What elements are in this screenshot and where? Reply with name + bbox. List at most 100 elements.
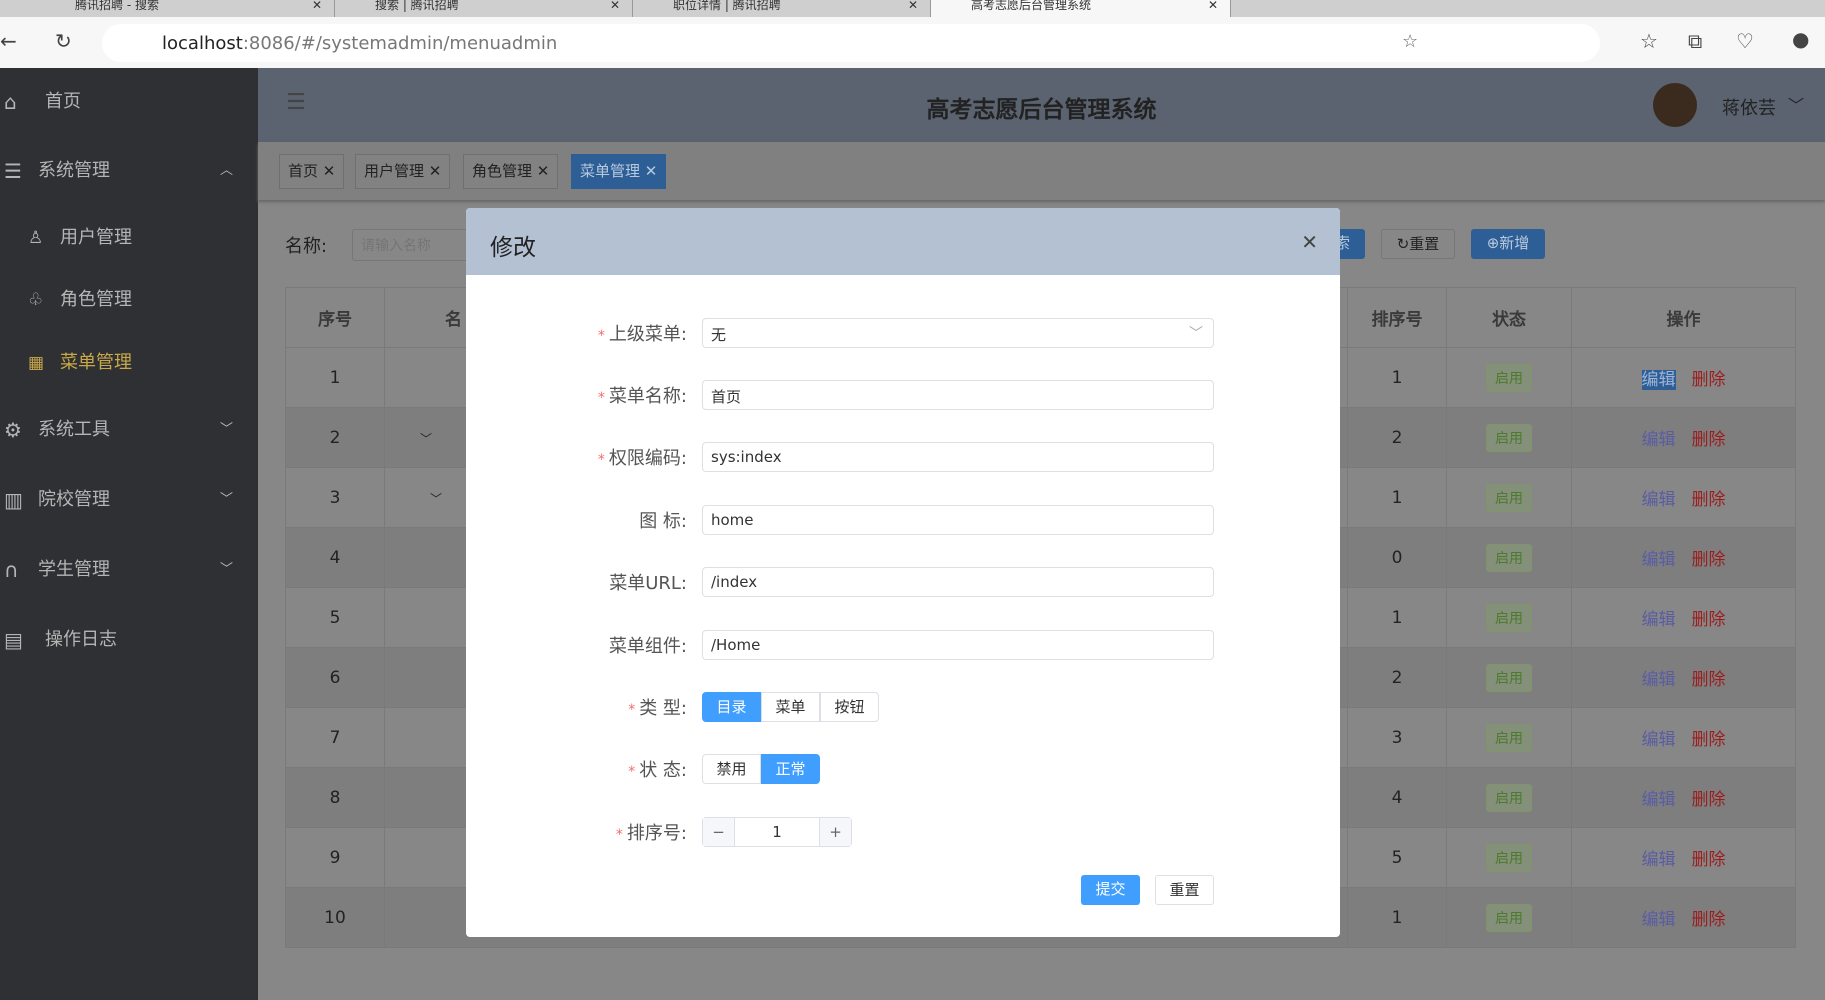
browser-tab[interactable]: 职位详情 | 腾讯招聘 ✕ — [633, 0, 931, 17]
edit-link[interactable]: 编辑 — [1642, 550, 1676, 570]
health-icon[interactable]: ♡ — [1736, 29, 1754, 53]
tag-roles[interactable]: 角色管理 ✕ — [463, 154, 559, 189]
close-icon[interactable]: ✕ — [537, 162, 550, 180]
close-icon[interactable]: ✕ — [610, 0, 620, 11]
cell-sort: 3 — [1347, 707, 1447, 768]
perm-code-input[interactable]: sys:index — [702, 442, 1214, 472]
delete-link[interactable]: 删除 — [1692, 670, 1726, 690]
field-parent-menu: * 上级菜单: 无 ﹀ — [466, 318, 1340, 348]
parent-menu-select[interactable]: 无 ﹀ — [702, 318, 1214, 348]
browser-tab[interactable]: 搜索 | 腾讯招聘 ✕ — [335, 0, 633, 17]
edit-link[interactable]: 编辑 — [1642, 790, 1676, 810]
submit-button[interactable]: 提交 — [1081, 875, 1140, 905]
sidebar-item-tools[interactable]: ⚙ 系统工具 ﹀ — [0, 410, 258, 450]
star-icon[interactable]: ☆ — [1402, 31, 1418, 52]
status-badge: 启用 — [1486, 483, 1532, 512]
sidebar-item-menus[interactable]: ▦ 菜单管理 — [0, 343, 258, 383]
dialog-title: 修改 — [490, 235, 536, 261]
edit-link[interactable]: 编辑 — [1642, 430, 1676, 450]
user-name[interactable]: 蒋依芸 — [1722, 94, 1776, 120]
cell-status: 启用 — [1446, 347, 1572, 408]
field-perm-code: * 权限编码: sys:index — [466, 442, 1340, 472]
delete-link[interactable]: 删除 — [1692, 550, 1726, 570]
edit-link[interactable]: 编辑 — [1642, 910, 1676, 930]
reset-form-button[interactable]: 重置 — [1155, 875, 1214, 905]
tag-home[interactable]: 首页 ✕ — [279, 154, 345, 189]
cell-status: 启用 — [1446, 887, 1572, 948]
browser-tab-active[interactable]: 高考志愿后台管理系统 ✕ — [931, 0, 1231, 17]
type-option-menu[interactable]: 菜单 — [761, 692, 820, 722]
edit-link[interactable]: 编辑 — [1642, 490, 1676, 510]
close-icon[interactable]: ✕ — [908, 0, 918, 11]
plus-button[interactable]: + — [819, 818, 851, 846]
type-option-button[interactable]: 按钮 — [820, 692, 879, 722]
cell-ops: 编辑 删除 — [1571, 767, 1796, 828]
cell-sort: 2 — [1347, 647, 1447, 708]
status-option-disabled[interactable]: 禁用 — [702, 754, 761, 784]
expand-icon[interactable]: ﹀ — [420, 432, 432, 446]
delete-link[interactable]: 删除 — [1692, 910, 1726, 930]
sidebar-item-home[interactable]: ⌂ 首页 — [0, 82, 258, 122]
status-badge: 启用 — [1486, 843, 1532, 872]
edit-link[interactable]: 编辑 — [1641, 370, 1676, 390]
browser-tab[interactable]: 腾讯招聘 - 搜索 ✕ — [35, 0, 335, 17]
edit-link[interactable]: 编辑 — [1642, 850, 1676, 870]
field-component: 菜单组件: /Home — [466, 630, 1340, 660]
close-icon[interactable]: ✕ — [645, 162, 658, 180]
close-icon[interactable]: ✕ — [1301, 230, 1318, 254]
edit-link[interactable]: 编辑 — [1642, 670, 1676, 690]
status-badge: 启用 — [1486, 663, 1532, 692]
favorites-icon[interactable]: ☆ — [1640, 29, 1658, 53]
close-icon[interactable]: ✕ — [1208, 0, 1218, 11]
component-input[interactable]: /Home — [702, 630, 1214, 660]
search-input[interactable] — [352, 229, 472, 261]
expand-icon[interactable]: ﹀ — [430, 492, 442, 506]
close-icon[interactable]: ✕ — [312, 0, 322, 11]
url-input-field[interactable]: /index — [702, 567, 1214, 597]
icon-input[interactable]: home — [702, 505, 1214, 535]
close-icon[interactable]: ✕ — [429, 162, 442, 180]
building-icon: ▥ — [4, 488, 23, 512]
cell-ops: 编辑 删除 — [1571, 527, 1796, 588]
menu-name-input[interactable]: 首页 — [702, 380, 1214, 410]
sidebar-item-schools[interactable]: ▥ 院校管理 ﹀ — [0, 480, 258, 520]
tag-menus[interactable]: 菜单管理 ✕ — [571, 154, 667, 189]
status-badge: 启用 — [1486, 543, 1532, 572]
sidebar-item-system[interactable]: ☰ 系统管理 ︿ — [0, 151, 258, 191]
close-icon[interactable]: ✕ — [323, 162, 336, 180]
profile-icon[interactable]: ● — [1792, 27, 1809, 51]
sidebar-item-roles[interactable]: ♧ 角色管理 — [0, 280, 258, 320]
tag-users[interactable]: 用户管理 ✕ — [355, 154, 451, 189]
delete-link[interactable]: 删除 — [1692, 790, 1726, 810]
edit-link[interactable]: 编辑 — [1642, 610, 1676, 630]
status-option-normal[interactable]: 正常 — [761, 754, 820, 784]
sidebar-item-logs[interactable]: ▤ 操作日志 — [0, 620, 258, 660]
collections-icon[interactable]: ⧉ — [1688, 29, 1702, 53]
edit-dialog: 修改 ✕ * 上级菜单: 无 ﹀ * 菜单名称: 首页 * 权限编码: sys:inde… — [466, 208, 1340, 937]
edit-link[interactable]: 编辑 — [1642, 730, 1676, 750]
reset-button[interactable]: ↻重置 — [1381, 229, 1455, 259]
refresh-icon[interactable]: ↻ — [55, 29, 72, 53]
sort-stepper[interactable]: − 1 + — [702, 817, 852, 847]
headset-icon: ∩ — [4, 558, 19, 582]
avatar[interactable] — [1653, 83, 1697, 127]
sort-value[interactable]: 1 — [772, 823, 782, 841]
delete-link[interactable]: 删除 — [1692, 370, 1726, 390]
type-option-directory[interactable]: 目录 — [702, 692, 761, 722]
delete-link[interactable]: 删除 — [1692, 430, 1726, 450]
url-input[interactable]: localhost:8086/#/systemadmin/menuadmin ☆ — [102, 24, 1600, 62]
delete-link[interactable]: 删除 — [1692, 490, 1726, 510]
sidebar-item-students[interactable]: ∩ 学生管理 ﹀ — [0, 550, 258, 590]
search-label: 名称: — [285, 236, 328, 257]
back-icon[interactable]: ← — [0, 29, 17, 53]
chevron-down-icon[interactable]: ﹀ — [1788, 92, 1804, 116]
sidebar-item-users[interactable]: ♙ 用户管理 — [0, 218, 258, 258]
add-button[interactable]: ⊕新增 — [1471, 229, 1545, 259]
cell-status: 启用 — [1446, 527, 1572, 588]
delete-link[interactable]: 删除 — [1692, 730, 1726, 750]
cell-ops: 编辑 删除 — [1571, 707, 1796, 768]
delete-link[interactable]: 删除 — [1692, 610, 1726, 630]
delete-link[interactable]: 删除 — [1692, 850, 1726, 870]
col-status: 状态 — [1446, 287, 1572, 348]
minus-button[interactable]: − — [703, 818, 735, 846]
